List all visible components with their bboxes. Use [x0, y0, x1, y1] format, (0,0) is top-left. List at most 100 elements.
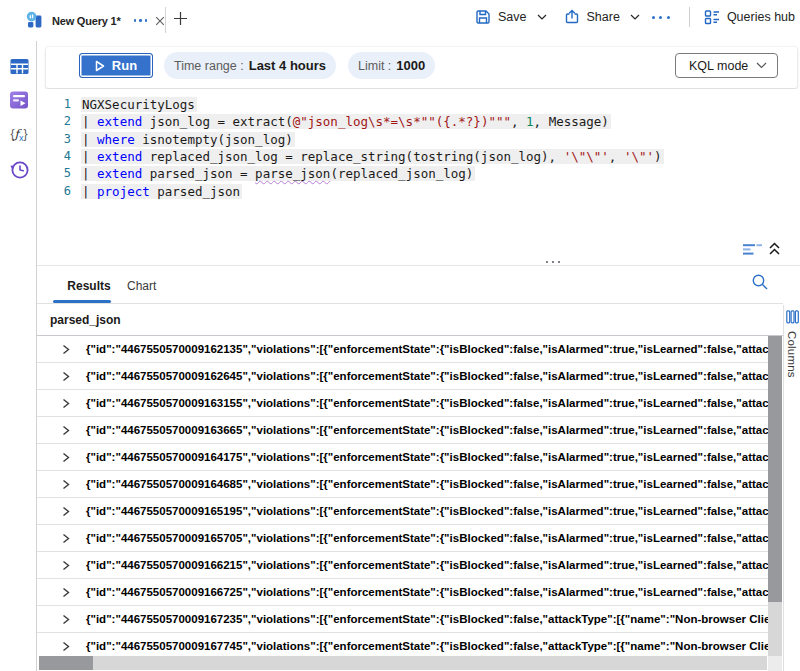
command-bar: Save Share	[475, 4, 795, 30]
search-icon[interactable]	[751, 273, 769, 291]
row-expand-icon[interactable]	[62, 479, 70, 490]
row-expand-icon[interactable]	[62, 533, 70, 544]
row-expand-icon[interactable]	[62, 614, 70, 625]
run-label: Run	[112, 58, 137, 73]
save-button[interactable]: Save	[475, 9, 547, 25]
save-chevron-icon[interactable]	[537, 14, 547, 20]
query-toolbar: Run Time range : Last 4 hours Limit : 10…	[46, 47, 797, 88]
code-line-1[interactable]: 1NGXSecurityLogs	[46, 96, 197, 113]
result-row[interactable]: {"id":"4467550570009163155","violations"…	[37, 390, 768, 417]
share-button[interactable]: Share	[564, 9, 640, 25]
result-row[interactable]: {"id":"4467550570009165195","violations"…	[37, 498, 768, 525]
row-json: {"id":"4467550570009163155","violations"…	[86, 390, 768, 416]
code-line-4[interactable]: 4| extend replaced_json_log = replace_st…	[46, 148, 664, 165]
history-icon[interactable]	[8, 158, 30, 180]
code-line-3[interactable]: 3| where isnotempty(json_log)	[46, 131, 295, 148]
save-icon	[475, 9, 491, 25]
row-expand-icon[interactable]	[62, 371, 70, 382]
row-json: {"id":"4467550570009164685","violations"…	[86, 471, 768, 497]
limit-pill[interactable]: Limit : 1000	[348, 52, 435, 79]
kusto-web-explorer: New Query 1* Save	[0, 0, 800, 671]
line-number: 4	[46, 148, 72, 165]
columns-panel[interactable]: Columns	[783, 305, 800, 671]
columns-panel-label: Columns	[786, 331, 798, 378]
result-row[interactable]: {"id":"4467550570009162645","violations"…	[37, 363, 768, 390]
queries-hub-button[interactable]: Queries hub	[704, 9, 795, 25]
result-row[interactable]: {"id":"4467550570009163665","violations"…	[37, 417, 768, 444]
row-expand-icon[interactable]	[62, 587, 70, 598]
row-json: {"id":"4467550570009163665","violations"…	[86, 417, 768, 443]
recall-results-icon[interactable]	[742, 242, 763, 257]
row-json: {"id":"4467550570009165195","violations"…	[86, 498, 768, 524]
limit-label: Limit :	[358, 59, 391, 73]
line-number: 3	[46, 131, 72, 148]
save-label: Save	[498, 10, 527, 24]
row-json: {"id":"4467550570009166725","violations"…	[86, 579, 768, 605]
queries-hub-icon	[704, 9, 720, 25]
result-row[interactable]: {"id":"4467550570009166725","violations"…	[37, 579, 768, 606]
tab-close-icon[interactable]	[155, 16, 165, 26]
row-expand-icon[interactable]	[62, 506, 70, 517]
time-range-pill[interactable]: Time range : Last 4 hours	[164, 52, 336, 79]
tables-icon[interactable]	[8, 55, 30, 77]
row-json: {"id":"4467550570009162135","violations"…	[86, 336, 768, 362]
command-bar-divider	[689, 7, 690, 27]
row-expand-icon[interactable]	[62, 398, 70, 409]
row-expand-icon[interactable]	[62, 344, 70, 355]
row-expand-icon[interactable]	[62, 641, 70, 652]
tab-chart[interactable]: Chart	[127, 279, 156, 293]
run-button[interactable]: Run	[79, 53, 153, 78]
line-number: 2	[46, 113, 72, 130]
result-row[interactable]: {"id":"4467550570009164685","violations"…	[37, 471, 768, 498]
result-row[interactable]: {"id":"4467550570009167745","violations"…	[37, 633, 768, 656]
pane-drag-handle[interactable]	[546, 261, 560, 263]
columns-icon	[786, 310, 800, 324]
kql-mode-select[interactable]: KQL mode	[675, 53, 778, 78]
saved-queries-icon[interactable]	[8, 89, 30, 111]
time-range-value: Last 4 hours	[249, 58, 326, 73]
horizontal-scrollbar[interactable]	[39, 656, 767, 670]
limit-value: 1000	[396, 58, 425, 73]
tab-overflow-icon[interactable]	[134, 19, 148, 22]
row-json: {"id":"4467550570009166215","violations"…	[86, 552, 768, 578]
row-json: {"id":"4467550570009167745","violations"…	[86, 633, 768, 656]
vertical-scrollbar-thumb[interactable]	[768, 336, 782, 602]
line-number: 1	[46, 96, 72, 113]
row-json: {"id":"4467550570009167235","violations"…	[86, 606, 768, 632]
result-row[interactable]: {"id":"4467550570009162135","violations"…	[37, 336, 768, 363]
row-expand-icon[interactable]	[62, 452, 70, 463]
query-tab[interactable]: New Query 1*	[0, 0, 165, 41]
left-rail-divider	[36, 41, 37, 671]
share-label: Share	[587, 10, 620, 24]
scrollbar-corner	[768, 656, 782, 671]
result-row[interactable]: {"id":"4467550570009165705","violations"…	[37, 525, 768, 552]
results-tabbar: Results Chart	[37, 266, 800, 304]
code-line-5[interactable]: 5| extend parsed_json = parse_json(repla…	[46, 165, 475, 182]
tab-divider	[165, 7, 166, 33]
collapse-editor-icon[interactable]	[768, 241, 781, 257]
line-number: 5	[46, 165, 72, 182]
row-json: {"id":"4467550570009165705","violations"…	[86, 525, 768, 551]
share-chevron-icon[interactable]	[630, 14, 640, 20]
functions-icon[interactable]: {ƒx}	[8, 124, 30, 146]
horizontal-scrollbar-thumb[interactable]	[39, 656, 93, 670]
tab-bar: New Query 1* Save	[0, 0, 800, 41]
tab-results[interactable]: Results	[60, 279, 118, 293]
result-row[interactable]: {"id":"4467550570009167235","violations"…	[37, 606, 768, 633]
row-json: {"id":"4467550570009164175","violations"…	[86, 444, 768, 470]
vertical-scrollbar[interactable]	[768, 336, 782, 656]
new-tab-button[interactable]	[173, 11, 188, 26]
row-expand-icon[interactable]	[62, 425, 70, 436]
result-row[interactable]: {"id":"4467550570009166215","violations"…	[37, 552, 768, 579]
row-expand-icon[interactable]	[62, 560, 70, 571]
more-actions-icon[interactable]	[652, 16, 670, 19]
query-editor[interactable]: 1NGXSecurityLogs2| extend json_log = ext…	[37, 89, 800, 265]
column-header-parsed-json[interactable]: parsed_json	[50, 313, 121, 327]
code-line-6[interactable]: 6| project parsed_json	[46, 183, 242, 200]
results-grid: {"id":"4467550570009162135","violations"…	[37, 336, 768, 656]
grid-header: parsed_json	[37, 304, 768, 335]
result-row[interactable]: {"id":"4467550570009164175","violations"…	[37, 444, 768, 471]
share-icon	[564, 9, 580, 25]
code-line-2[interactable]: 2| extend json_log = extract(@"json_log\…	[46, 113, 611, 130]
tab-title: New Query 1*	[52, 15, 121, 27]
